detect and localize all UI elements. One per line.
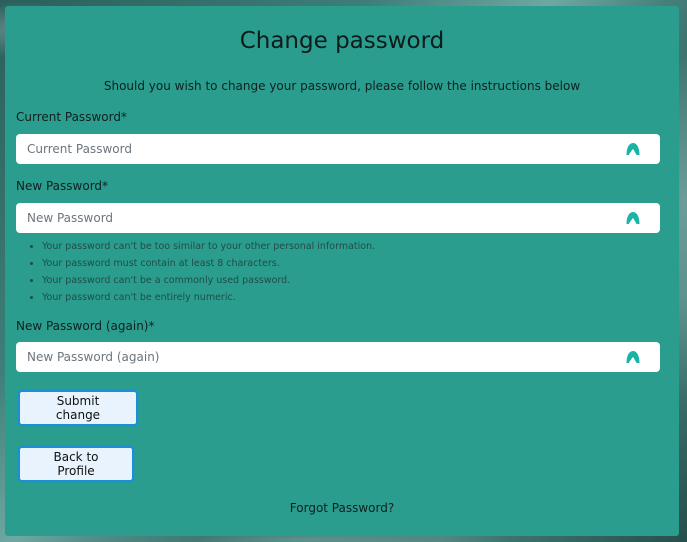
password-hint: Your password must contain at least 8 ch… [42, 255, 375, 272]
new-password-again-input[interactable] [16, 341, 624, 373]
password-hint: Your password can't be entirely numeric. [42, 289, 375, 306]
page-subtitle: Should you wish to change your password,… [103, 79, 581, 93]
forgot-password-link[interactable]: Forgot Password? [5, 501, 679, 515]
password-hint: Your password can't be too similar to yo… [42, 238, 375, 255]
new-password-label: New Password* [16, 179, 109, 193]
new-password-field [16, 202, 660, 234]
password-hint: Your password can't be a commonly used p… [42, 272, 375, 289]
password-manager-icon[interactable] [624, 209, 642, 227]
new-password-again-label: New Password (again)* [16, 319, 155, 333]
password-manager-icon[interactable] [624, 140, 642, 158]
new-password-again-field [16, 341, 660, 373]
current-password-label: Current Password* [16, 110, 127, 124]
submit-change-button[interactable]: Submit change [18, 390, 138, 426]
current-password-input[interactable] [16, 133, 624, 165]
page-title: Change password [239, 28, 445, 54]
password-manager-icon[interactable] [624, 348, 642, 366]
change-password-panel: Change password Should you wish to chang… [5, 6, 679, 536]
back-to-profile-button[interactable]: Back to Profile [18, 446, 134, 482]
password-requirements-list: Your password can't be too similar to yo… [16, 238, 375, 306]
new-password-input[interactable] [16, 202, 624, 234]
current-password-field [16, 133, 660, 165]
